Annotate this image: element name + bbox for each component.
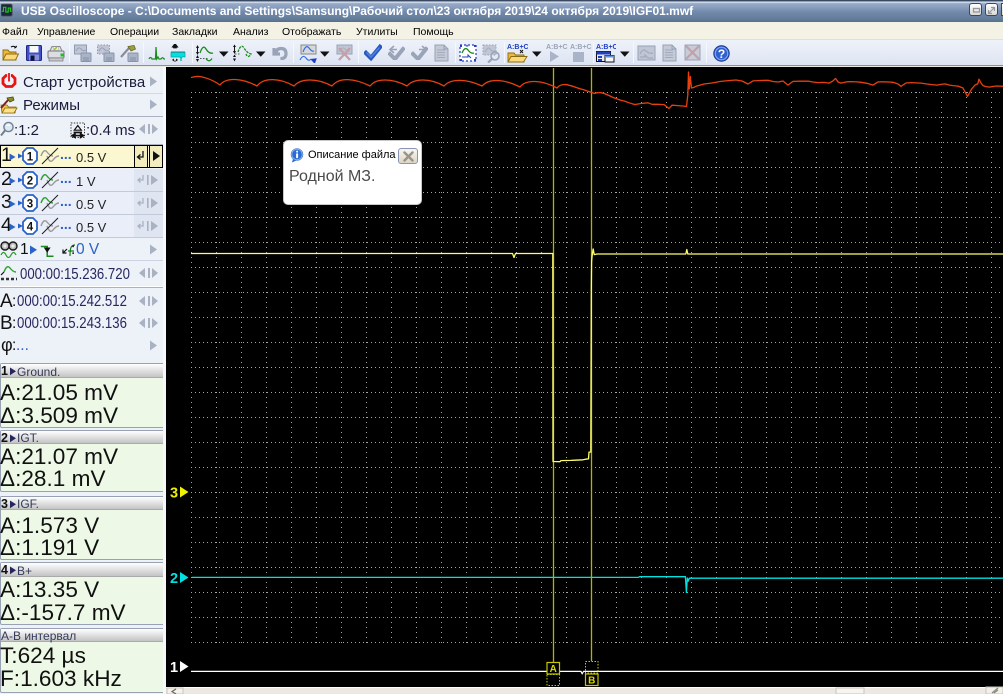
svg-text:1: 1 [27, 152, 34, 164]
svg-text:?: ? [718, 47, 725, 61]
svg-text:2: 2 [170, 571, 178, 587]
svg-text:A:B+C: A:B+C [507, 44, 528, 51]
svg-text:B: B [588, 675, 595, 686]
svg-text:1: 1 [170, 660, 178, 676]
svg-text:4: 4 [27, 222, 34, 234]
svg-text:3: 3 [170, 486, 178, 502]
svg-text:A:B+C: A:B+C [546, 44, 568, 51]
svg-text:A:B+C: A:B+C [570, 44, 592, 51]
svg-text:2: 2 [27, 176, 33, 188]
svg-text:A:B+C: A:B+C [596, 44, 616, 51]
svg-text:A: A [550, 664, 557, 675]
svg-text:3: 3 [27, 199, 33, 211]
